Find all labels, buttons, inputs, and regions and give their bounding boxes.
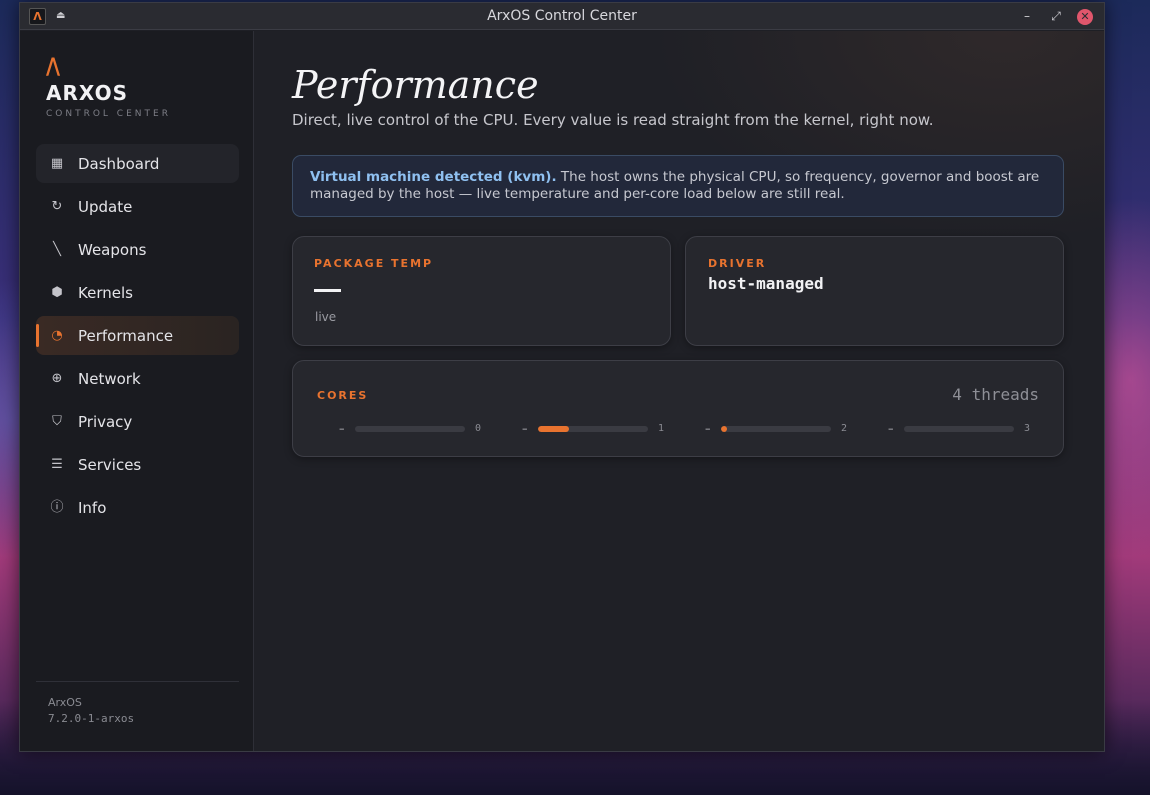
sidebar-item-performance[interactable]: ◔ Performance bbox=[36, 316, 239, 355]
core-index: 3 bbox=[1024, 423, 1031, 434]
core-meter: – 2 bbox=[705, 423, 855, 435]
page-title: Performance bbox=[292, 63, 539, 107]
close-button[interactable]: ✕ bbox=[1077, 9, 1093, 25]
core-value: – bbox=[522, 422, 528, 435]
brand-name: ARXOS bbox=[46, 81, 128, 105]
core-load-fill bbox=[538, 426, 569, 432]
info-icon: ⓘ bbox=[50, 499, 64, 515]
brand-subtitle: CONTROL CENTER bbox=[46, 109, 171, 119]
version-app-name: ArxOS bbox=[48, 696, 82, 709]
vm-notice-strong: Virtual machine detected (kvm). bbox=[310, 169, 557, 185]
dashboard-icon: ▦ bbox=[50, 155, 64, 171]
globe-icon: ⊕ bbox=[51, 370, 63, 386]
core-load-track bbox=[904, 426, 1014, 432]
sidebar-item-privacy[interactable]: ⛉ Privacy bbox=[36, 402, 239, 441]
sidebar-item-dashboard[interactable]: ▦ Dashboard bbox=[36, 144, 239, 183]
core-value: – bbox=[705, 422, 711, 435]
sidebar-item-network[interactable]: ⊕ Network bbox=[36, 359, 239, 398]
core-meter: – 1 bbox=[522, 423, 672, 435]
brand-logo-icon: /\ bbox=[46, 55, 60, 80]
title-bar[interactable]: Λ ⏏ ArxOS Control Center – ⤢ ✕ bbox=[20, 3, 1104, 30]
sidebar-item-weapons[interactable]: ╲ Weapons bbox=[36, 230, 239, 269]
driver-label: DRIVER bbox=[708, 257, 767, 270]
maximize-button[interactable]: ⤢ bbox=[1047, 7, 1065, 25]
sidebar-divider bbox=[36, 681, 239, 682]
minimize-button[interactable]: – bbox=[1018, 7, 1036, 25]
driver-value: host-managed bbox=[708, 274, 824, 293]
sidebar-item-label: Network bbox=[78, 369, 141, 388]
page-subtitle: Direct, live control of the CPU. Every v… bbox=[292, 111, 934, 129]
core-index: 1 bbox=[658, 423, 665, 434]
sidebar-item-label: Performance bbox=[78, 326, 174, 345]
cores-label: CORES bbox=[317, 389, 369, 402]
sidebar: /\ ARXOS CONTROL CENTER ▦ Dashboard ↻ Up… bbox=[20, 31, 254, 751]
cores-card: CORES 4 threads – 0 – 1 – 2 – 3 bbox=[292, 360, 1064, 457]
core-index: 0 bbox=[475, 423, 482, 434]
window-title: ArxOS Control Center bbox=[487, 8, 637, 24]
sidebar-item-label: Kernels bbox=[78, 283, 133, 302]
core-load-track bbox=[721, 426, 831, 432]
version-number: 7.2.0-1-arxos bbox=[48, 712, 135, 725]
core-load-track bbox=[355, 426, 465, 432]
sidebar-item-info[interactable]: ⓘ Info bbox=[36, 488, 239, 527]
gauge-icon: ◔ bbox=[51, 327, 63, 343]
package-temp-label: PACKAGE TEMP bbox=[314, 257, 434, 270]
sidebar-nav: ▦ Dashboard ↻ Update ╲ Weapons ⬢ Kernels… bbox=[36, 144, 239, 531]
sidebar-item-label: Privacy bbox=[78, 412, 133, 431]
sidebar-item-label: Services bbox=[78, 455, 142, 474]
sidebar-item-label: Info bbox=[78, 498, 107, 517]
core-meter: – 3 bbox=[888, 423, 1038, 435]
core-value: – bbox=[888, 422, 894, 435]
sidebar-item-label: Weapons bbox=[78, 240, 147, 259]
core-value: – bbox=[339, 422, 345, 435]
hexagon-icon: ⬢ bbox=[51, 284, 63, 300]
core-meter: – 0 bbox=[339, 423, 489, 435]
threads-count: 4 threads bbox=[952, 385, 1039, 404]
sidebar-item-services[interactable]: ☰ Services bbox=[36, 445, 239, 484]
main-content: Performance Direct, live control of the … bbox=[254, 31, 1104, 751]
package-temp-value bbox=[314, 289, 341, 292]
app-window: Λ ⏏ ArxOS Control Center – ⤢ ✕ /\ ARXOS … bbox=[19, 2, 1105, 752]
knife-icon: ╲ bbox=[53, 241, 61, 257]
vm-notice: Virtual machine detected (kvm). The host… bbox=[292, 155, 1064, 217]
refresh-icon: ↻ bbox=[51, 198, 63, 214]
package-temp-card: PACKAGE TEMP live bbox=[292, 236, 671, 346]
driver-card: DRIVER host-managed bbox=[685, 236, 1064, 346]
core-load-fill bbox=[721, 426, 727, 432]
sidebar-item-kernels[interactable]: ⬢ Kernels bbox=[36, 273, 239, 312]
core-index: 2 bbox=[841, 423, 848, 434]
core-load-track bbox=[538, 426, 648, 432]
sidebar-item-label: Update bbox=[78, 197, 133, 216]
package-temp-note: live bbox=[315, 310, 337, 324]
sidebar-item-label: Dashboard bbox=[78, 154, 160, 173]
sidebar-item-update[interactable]: ↻ Update bbox=[36, 187, 239, 226]
shield-icon: ⛉ bbox=[52, 413, 62, 429]
list-icon: ☰ bbox=[51, 456, 63, 472]
